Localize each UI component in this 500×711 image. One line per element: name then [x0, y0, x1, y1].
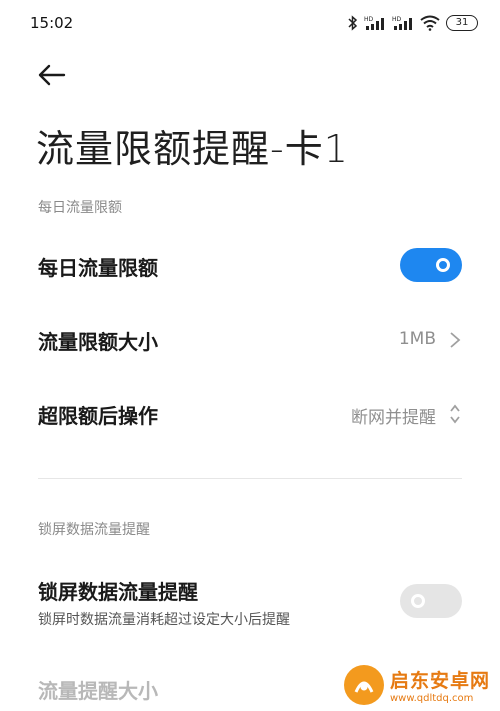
- watermark-url: www.qdltdq.com: [389, 693, 474, 704]
- svg-text:HD: HD: [392, 16, 402, 23]
- svg-text:HD: HD: [364, 16, 374, 23]
- lockscreen-toggle-label: 锁屏数据流量提醒: [38, 580, 198, 604]
- section-divider: [38, 478, 462, 479]
- wifi-icon: [420, 15, 440, 31]
- battery-icon: 31: [446, 15, 478, 31]
- limit-size-row[interactable]: 流量限额大小 1MB: [0, 314, 500, 366]
- lockscreen-toggle-subtitle: 锁屏时数据流量消耗超过设定大小后提醒: [38, 612, 290, 628]
- status-icons: HD HD 31: [348, 12, 478, 34]
- chevron-up-down-icon: [450, 404, 460, 424]
- over-limit-action-label: 超限额后操作: [38, 404, 158, 428]
- over-limit-action-row[interactable]: 超限额后操作 断网并提醒: [0, 388, 500, 440]
- signal-hd-icon: HD: [364, 16, 384, 30]
- signal-hd-icon: HD: [392, 16, 412, 30]
- daily-limit-label: 每日流量限额: [38, 256, 158, 280]
- over-limit-action-value: 断网并提醒: [351, 408, 436, 428]
- page-title: 流量限额提醒-卡1: [36, 127, 349, 171]
- toggle-knob: [411, 594, 425, 608]
- section-header-lockscreen: 锁屏数据流量提醒: [38, 522, 150, 538]
- daily-limit-toggle-row[interactable]: 每日流量限额: [0, 240, 500, 292]
- reminder-size-label: 流量提醒大小: [38, 679, 158, 703]
- lockscreen-toggle-row[interactable]: 锁屏数据流量提醒 锁屏时数据流量消耗超过设定大小后提醒: [0, 572, 500, 632]
- daily-limit-toggle[interactable]: [400, 248, 462, 282]
- limit-size-label: 流量限额大小: [38, 330, 158, 354]
- back-button[interactable]: [34, 58, 68, 92]
- watermark-logo: [343, 665, 384, 705]
- status-time: 15:02: [30, 14, 74, 32]
- watermark-name: 启东安卓网: [389, 670, 490, 692]
- lockscreen-toggle[interactable]: [400, 584, 462, 618]
- chevron-right-icon: [450, 332, 461, 348]
- status-bar: 15:02 HD HD 31: [0, 0, 500, 48]
- toggle-knob: [436, 258, 450, 272]
- watermark-text: 启东安卓网 www.qdltdq.com: [390, 666, 490, 704]
- bluetooth-icon: [348, 15, 358, 31]
- section-header-daily: 每日流量限额: [38, 200, 122, 216]
- limit-size-value: 1MB: [398, 329, 436, 349]
- arrow-left-icon: [38, 64, 66, 86]
- watermark: 启东安卓网 www.qdltdq.com: [343, 665, 490, 705]
- watermark-logo-icon: [345, 667, 382, 703]
